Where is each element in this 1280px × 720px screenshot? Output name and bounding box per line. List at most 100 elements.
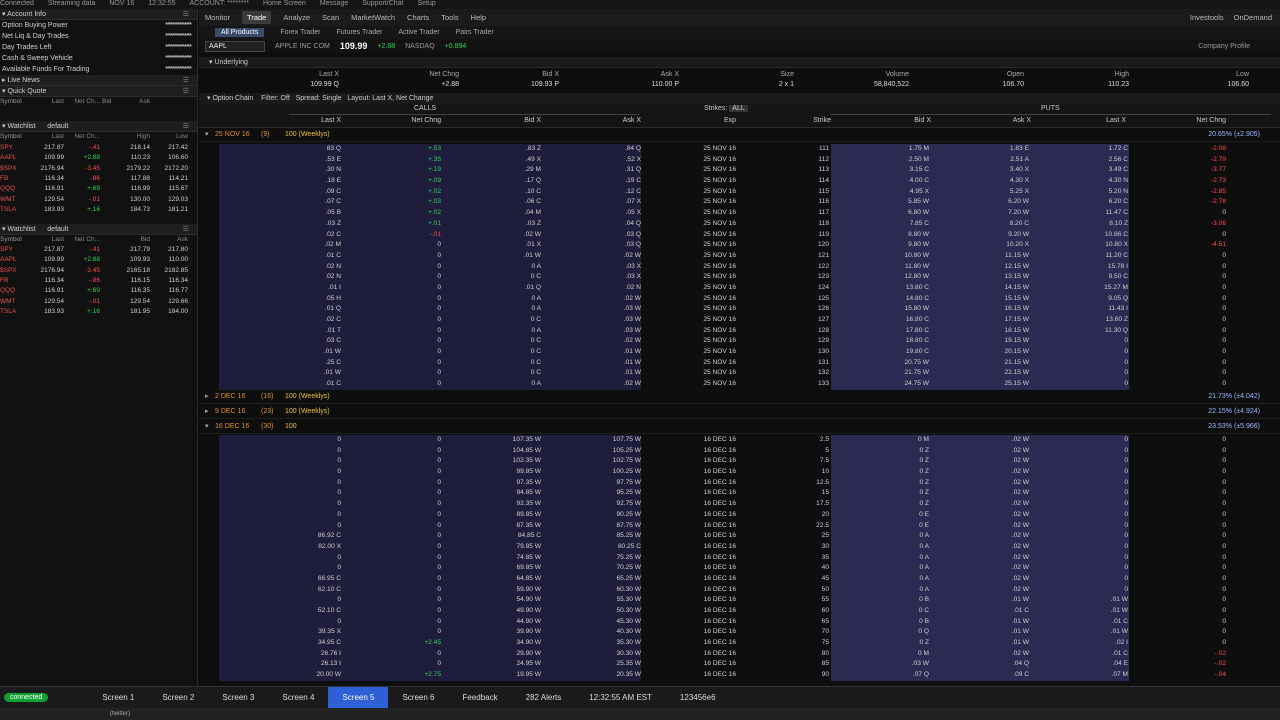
chain-cell[interactable]: 25 NOV 16 [694, 304, 736, 315]
chain-cell[interactable]: 11.43 I [1084, 304, 1128, 315]
chain-cell[interactable]: 79.85 W [499, 542, 541, 553]
column-header[interactable]: High [112, 132, 152, 142]
chain-cell[interactable]: .01 W [1084, 627, 1128, 638]
chain-cell[interactable]: 19.15 W [989, 336, 1029, 347]
chain-cell[interactable]: 25 NOV 16 [694, 368, 736, 379]
chain-column-header[interactable]: Bid X [499, 117, 541, 124]
chain-cell[interactable]: 2.51 A [989, 155, 1029, 166]
chain-cell[interactable]: 0 [299, 563, 341, 574]
chain-cell[interactable]: 0 [1184, 294, 1226, 305]
watchlist-row[interactable]: SPY 217.87 -.41 218.14 217.42 [0, 143, 197, 153]
chain-cell[interactable]: 25 NOV 16 [694, 358, 736, 369]
chain-cell[interactable]: 111 [789, 144, 829, 155]
chain-cell[interactable]: 107.35 W [499, 435, 541, 446]
strikes-filter[interactable]: Strikes: ALL [704, 105, 748, 112]
chain-cell[interactable]: 15.78 I [1084, 262, 1128, 273]
chain-cell[interactable]: 84.85 C [499, 531, 541, 542]
chain-cell[interactable]: 0 C [499, 272, 541, 283]
chain-cell[interactable]: 0 [1084, 446, 1128, 457]
column-header[interactable]: Low [152, 132, 190, 142]
chain-cell[interactable]: 8.80 W [889, 230, 929, 241]
chain-cell[interactable]: 12.5 [789, 478, 829, 489]
chain-cell[interactable]: 83 Q [299, 144, 341, 155]
chain-cell[interactable]: 5.25 X [989, 187, 1029, 198]
chain-cell[interactable]: .02 W [989, 478, 1029, 489]
chain-cell[interactable]: 14.80 C [889, 294, 929, 305]
chain-cell[interactable]: 0 [399, 574, 441, 585]
chain-cell[interactable]: 0 [299, 499, 341, 510]
subtab[interactable]: All Products [215, 28, 265, 37]
chain-cell[interactable]: .01 C [299, 251, 341, 262]
chain-cell[interactable]: 16 DEC 16 [694, 606, 736, 617]
chain-cell[interactable]: 0 [1184, 230, 1226, 241]
chain-cell[interactable]: .02 W [599, 294, 641, 305]
chain-cell[interactable]: 0 [1184, 272, 1226, 283]
underlying-col-header[interactable]: Volume [819, 71, 909, 81]
chain-cell[interactable]: 49.90 W [499, 606, 541, 617]
chain-cell[interactable]: 0 [399, 531, 441, 542]
chain-cell[interactable]: 120 [789, 240, 829, 251]
expand-toggle-icon[interactable]: ▸ [205, 405, 209, 419]
chain-cell[interactable]: 11.20 C [1084, 251, 1128, 262]
feedback-button[interactable]: Feedback [449, 687, 512, 709]
chain-cell[interactable]: 10.80 X [1084, 240, 1128, 251]
chain-column-header[interactable]: Ask X [599, 117, 641, 124]
chain-cell[interactable]: .01 Q [299, 304, 341, 315]
chain-cell[interactable]: 0 E [889, 521, 929, 532]
chain-cell[interactable]: .02 W [989, 649, 1029, 660]
chain-cell[interactable]: 0 [399, 435, 441, 446]
chain-cell[interactable]: .01 I [299, 283, 341, 294]
chain-cell[interactable]: .03 X [599, 272, 641, 283]
chain-column-header[interactable]: Last X [299, 117, 341, 124]
chain-cell[interactable]: 16 DEC 16 [694, 574, 736, 585]
chain-cell[interactable]: 13.15 W [989, 272, 1029, 283]
chain-cell[interactable]: 2.56 C [1084, 155, 1128, 166]
subtab[interactable]: Forex Trader [280, 29, 320, 36]
expiry-row-25-nov-16[interactable]: ▾ 25 NOV 16 (9) 100 (Weeklys) 20.65% (±2.905… [199, 128, 1280, 142]
chain-cell[interactable]: 16 DEC 16 [694, 531, 736, 542]
chain-cell[interactable]: 11.47 C [1084, 208, 1128, 219]
topbar-item[interactable]: Home Screen [263, 0, 306, 7]
chain-row[interactable]: 26.13 I 0 24.95 W 25.35 W 16 DEC 16 85 .03 W .0… [199, 659, 1280, 670]
chain-cell[interactable]: 6.20 C [1084, 197, 1128, 208]
chain-row[interactable]: .02 C 0 0 C .03 W 25 NOV 16 127 16.80 C 17.15 W… [199, 315, 1280, 326]
chain-cell[interactable]: 24.95 W [499, 659, 541, 670]
chain-cell[interactable]: .01 W [299, 368, 341, 379]
chain-cell[interactable]: 16 DEC 16 [694, 585, 736, 596]
chain-cell[interactable]: 0 [1184, 456, 1226, 467]
chain-cell[interactable]: .01 W [1084, 595, 1128, 606]
chain-cell[interactable]: .02 W [989, 446, 1029, 457]
chain-cell[interactable]: 0 [399, 456, 441, 467]
chain-cell[interactable]: 118 [789, 219, 829, 230]
chain-cell[interactable]: 12.15 W [989, 262, 1029, 273]
chain-cell[interactable]: 0 [1184, 251, 1226, 262]
chain-cell[interactable]: 115 [789, 187, 829, 198]
chain-cell[interactable]: .17 Q [499, 176, 541, 187]
screen-tab[interactable]: Screen 6 [388, 687, 448, 709]
chain-cell[interactable]: 87.35 W [499, 521, 541, 532]
chain-cell[interactable]: 0 [299, 456, 341, 467]
chain-cell[interactable]: 0 [1084, 478, 1128, 489]
chain-cell[interactable]: .07 M [1084, 670, 1129, 681]
chain-cell[interactable]: +.03 [399, 197, 441, 208]
chain-cell[interactable]: +.09 [399, 176, 441, 187]
chain-cell[interactable]: .25 C [299, 358, 341, 369]
chain-cell[interactable]: 11.15 W [989, 251, 1029, 262]
chain-cell[interactable]: 21.15 W [989, 358, 1029, 369]
chain-cell[interactable]: 0 C [499, 368, 541, 379]
chain-cell[interactable]: 25 NOV 16 [694, 197, 736, 208]
chain-cell[interactable]: 0 [1184, 315, 1226, 326]
underlying-col-header[interactable]: Bid X [469, 71, 559, 81]
chain-cell[interactable]: 0 [399, 358, 441, 369]
chain-cell[interactable]: 90 [789, 670, 829, 681]
chain-cell[interactable]: 16 DEC 16 [694, 456, 736, 467]
chain-cell[interactable]: .02 W [599, 336, 641, 347]
chain-cell[interactable]: .01 C [1084, 617, 1128, 628]
chain-cell[interactable]: 105.25 W [599, 446, 641, 457]
chain-cell[interactable]: 0 [1184, 553, 1226, 564]
expand-toggle-icon[interactable]: ▾ [205, 420, 209, 434]
chain-cell[interactable]: 14.15 W [989, 283, 1029, 294]
chain-cell[interactable]: 10.80 W [889, 251, 929, 262]
chain-column-header[interactable]: Net Chng [1184, 117, 1226, 124]
chain-cell[interactable]: .01 X [499, 240, 541, 251]
